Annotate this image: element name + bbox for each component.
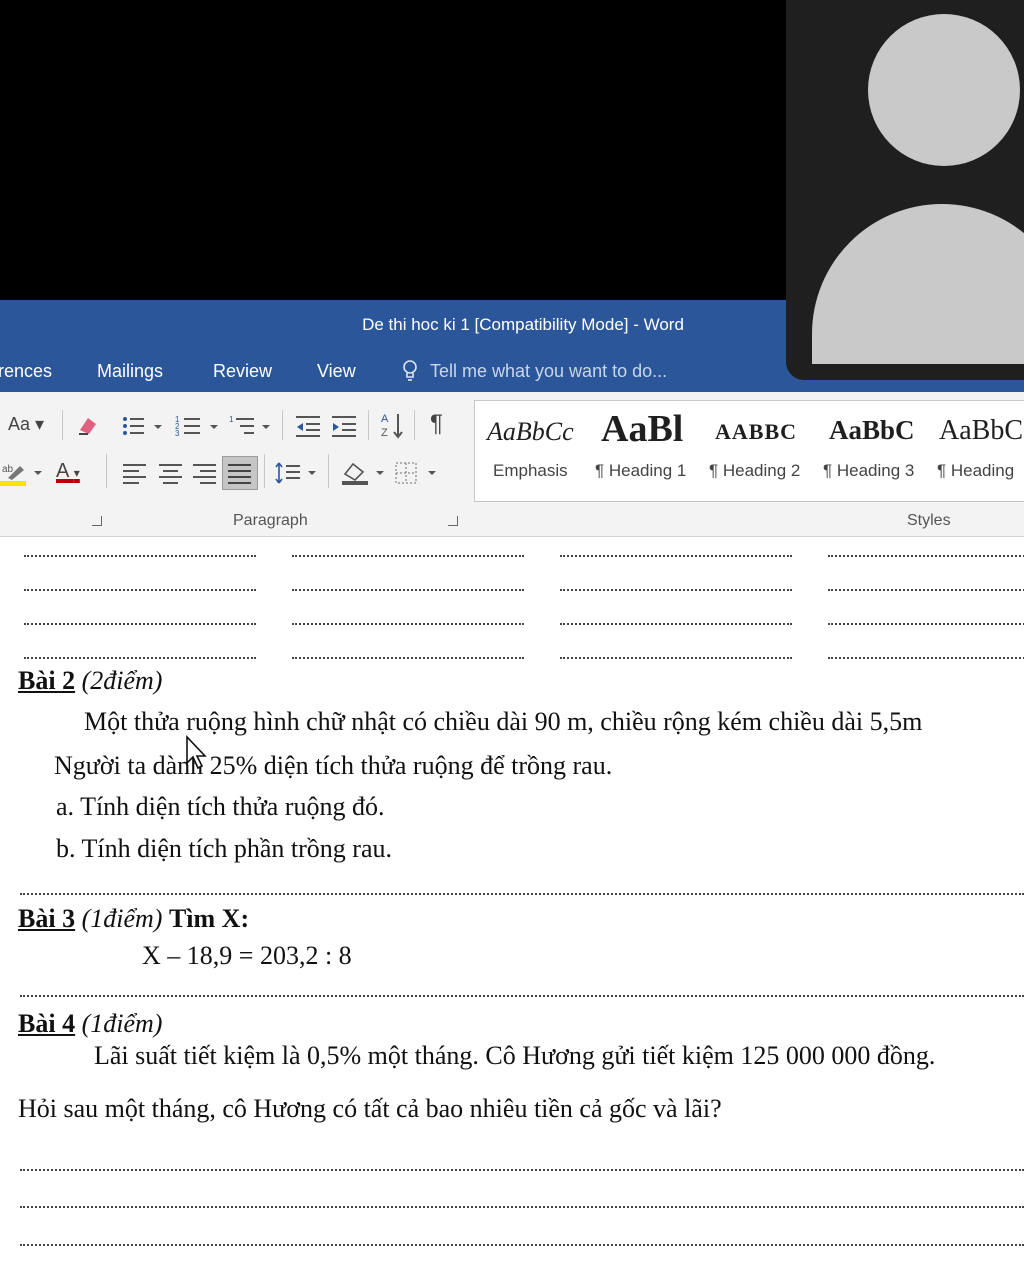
text-highlight-icon[interactable]: ab bbox=[0, 460, 46, 486]
show-formatting-marks-icon[interactable]: ¶ bbox=[430, 410, 443, 438]
style-heading-1[interactable]: AaBl ¶ Heading 1 bbox=[589, 401, 703, 499]
svg-text:Z: Z bbox=[381, 427, 388, 439]
svg-text:1: 1 bbox=[229, 415, 234, 424]
style-sample: AaBbC bbox=[829, 415, 915, 445]
bai2-line-1: Một thửa ruộng hình chữ nhật có chiều dà… bbox=[84, 707, 923, 736]
answer-line bbox=[292, 555, 524, 557]
bai4-line-2: Hỏi sau một tháng, cô Hương có tất cả ba… bbox=[18, 1094, 722, 1123]
multilevel-list-icon[interactable]: 1 bbox=[228, 414, 272, 438]
change-case-button[interactable]: Aa ▾ bbox=[8, 414, 44, 435]
bai2-points: (2điểm) bbox=[81, 666, 163, 695]
bai2-title: Bài 2 bbox=[18, 666, 76, 695]
word-window: De thi hoc ki 1 [Compatibility Mode] - W… bbox=[0, 300, 1024, 1280]
answer-line bbox=[292, 657, 524, 659]
paragraph-group-label: Paragraph bbox=[233, 512, 308, 529]
style-name: ¶ Heading bbox=[937, 461, 1015, 480]
mouse-cursor-icon bbox=[186, 735, 207, 770]
bai3-points: (1điểm) bbox=[81, 904, 163, 933]
change-case-label: Aa bbox=[8, 414, 31, 434]
numbering-icon[interactable]: 1 2 3 bbox=[174, 414, 220, 438]
lightbulb-icon bbox=[403, 360, 417, 381]
bai2-line-2: Người ta dành 25% diện tích thửa ruộng đ… bbox=[54, 751, 613, 780]
tab-mailings[interactable]: Mailings bbox=[97, 361, 163, 382]
bai4-title: Bài 4 bbox=[18, 1009, 76, 1038]
participant-tile[interactable] bbox=[786, 0, 1024, 380]
answer-line bbox=[24, 623, 256, 625]
align-center-icon[interactable] bbox=[158, 462, 184, 484]
bai4-points: (1điểm) bbox=[81, 1009, 163, 1038]
style-name: ¶ Heading 2 bbox=[709, 461, 801, 480]
increase-indent-icon[interactable] bbox=[330, 414, 358, 438]
answer-line bbox=[292, 589, 524, 591]
clear-formatting-icon[interactable] bbox=[76, 414, 100, 436]
svg-text:A: A bbox=[381, 413, 389, 425]
answer-line bbox=[20, 1244, 1024, 1246]
shading-icon[interactable] bbox=[340, 458, 388, 486]
bai2-item-b: b. Tính diện tích phần trồng rau. bbox=[56, 834, 393, 863]
answer-line bbox=[828, 555, 1024, 557]
style-emphasis[interactable]: AaBbCc Emphasis bbox=[475, 401, 589, 499]
justify-icon bbox=[228, 464, 251, 484]
svg-text:ab: ab bbox=[2, 464, 14, 475]
bai2-heading: Bài 2 (2điểm) bbox=[18, 666, 162, 696]
bai4-line-1: Lãi suất tiết kiệm là 0,5% một tháng. Cô… bbox=[94, 1041, 936, 1070]
style-sample: AaBbCc bbox=[487, 417, 574, 446]
styles-group-label: Styles bbox=[907, 512, 951, 529]
document-page[interactable]: Bài 2 (2điểm) Một thửa ruộng hình chữ nh… bbox=[0, 537, 1024, 1280]
style-heading-2[interactable]: AABBC ¶ Heading 2 bbox=[703, 401, 817, 499]
bai3-equation: X – 18,9 = 203,2 : 8 bbox=[142, 941, 352, 970]
tab-review[interactable]: Review bbox=[213, 361, 272, 382]
tab-view[interactable]: View bbox=[317, 361, 356, 382]
answer-line bbox=[20, 893, 1024, 895]
avatar-body-icon bbox=[812, 204, 1024, 364]
align-left-icon[interactable] bbox=[122, 462, 148, 484]
bai3-heading: Bài 3 (1điểm) Tìm X: bbox=[18, 904, 249, 934]
borders-icon[interactable] bbox=[394, 460, 440, 486]
style-sample: AABBC bbox=[715, 419, 798, 444]
answer-line bbox=[828, 623, 1024, 625]
paragraph-dialog-launcher[interactable] bbox=[448, 516, 458, 526]
tab-references[interactable]: rences bbox=[0, 361, 52, 382]
style-sample: AaBbC bbox=[939, 415, 1023, 446]
style-heading-4[interactable]: AaBbC ¶ Heading bbox=[931, 401, 1024, 499]
svg-text:3: 3 bbox=[175, 429, 180, 438]
bullets-icon[interactable] bbox=[120, 414, 162, 438]
style-name: ¶ Heading 3 bbox=[823, 461, 915, 480]
answer-line bbox=[560, 623, 792, 625]
font-color-button[interactable]: A ▾ bbox=[56, 460, 80, 483]
answer-line bbox=[828, 657, 1024, 659]
answer-line bbox=[560, 589, 792, 591]
style-name: ¶ Heading 1 bbox=[595, 461, 687, 480]
font-dialog-launcher[interactable] bbox=[92, 516, 102, 526]
align-right-icon[interactable] bbox=[192, 462, 218, 484]
answer-line bbox=[20, 995, 1024, 997]
style-name: Emphasis bbox=[493, 461, 568, 480]
answer-line bbox=[560, 555, 792, 557]
style-heading-3[interactable]: AaBbC ¶ Heading 3 bbox=[817, 401, 931, 499]
bai3-task: Tìm X: bbox=[168, 904, 250, 933]
answer-line bbox=[560, 657, 792, 659]
bai3-title: Bài 3 bbox=[18, 904, 76, 933]
bai2-item-a: a. Tính diện tích thửa ruộng đó. bbox=[56, 792, 385, 821]
answer-line bbox=[24, 555, 256, 557]
justify-button[interactable] bbox=[222, 456, 258, 490]
answer-line bbox=[292, 623, 524, 625]
answer-line bbox=[20, 1206, 1024, 1208]
line-spacing-icon[interactable] bbox=[274, 460, 320, 486]
ribbon-home: Aa ▾ 1 2 3 1 A Z ¶ ab A ▾ Paragraph Styl… bbox=[0, 392, 1024, 537]
tell-me-search[interactable]: Tell me what you want to do... bbox=[430, 361, 667, 382]
bai4-heading: Bài 4 (1điểm) bbox=[18, 1009, 162, 1039]
answer-line bbox=[828, 589, 1024, 591]
answer-line bbox=[24, 589, 256, 591]
style-sample: AaBl bbox=[601, 408, 684, 450]
answer-line bbox=[20, 1169, 1024, 1171]
decrease-indent-icon[interactable] bbox=[294, 414, 322, 438]
answer-line bbox=[24, 657, 256, 659]
avatar-head-icon bbox=[868, 14, 1020, 166]
sort-icon[interactable]: A Z bbox=[380, 410, 406, 440]
styles-gallery: AaBbCc Emphasis AaBl ¶ Heading 1 AABBC ¶… bbox=[474, 400, 1024, 502]
